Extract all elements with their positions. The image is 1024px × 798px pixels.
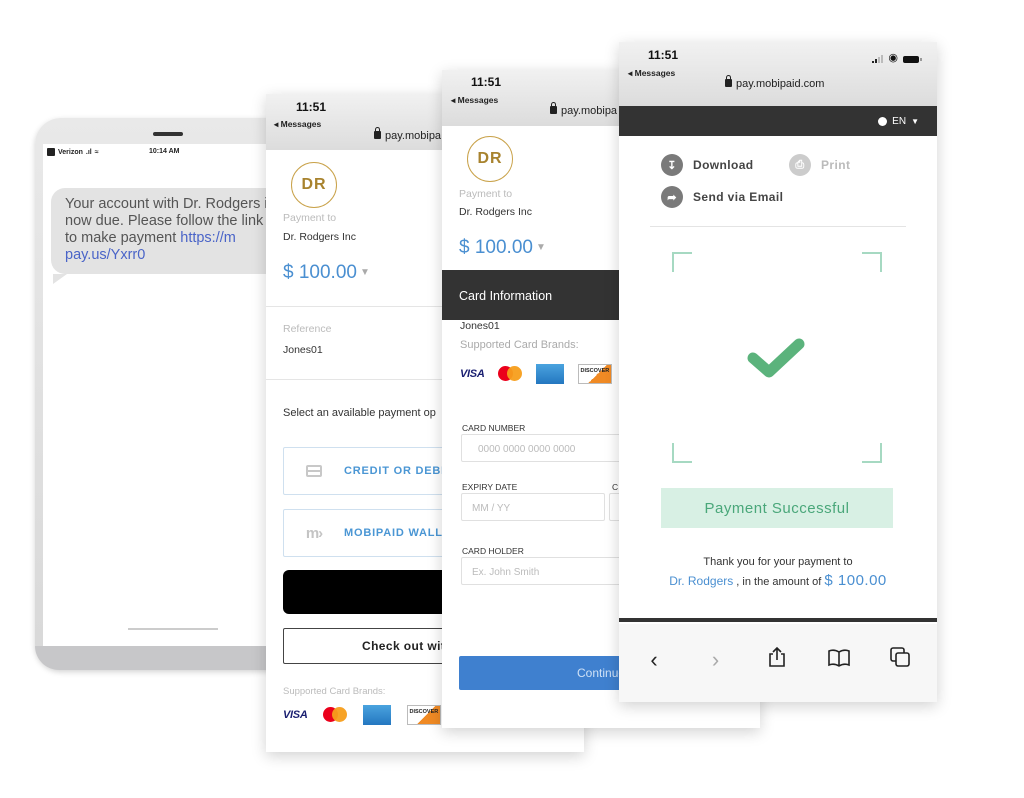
card-brands: VISA DISCOVER: [283, 705, 442, 725]
payment-summary: Dr. Rodgers , in the amount of $ 100.00: [669, 572, 887, 589]
payment-to-label: Payment to: [283, 212, 337, 224]
back-to-messages[interactable]: ◂ Messages: [274, 119, 321, 130]
card-brands: VISA DISCOVER: [460, 364, 613, 384]
signal-icon: .ıl: [85, 148, 92, 156]
merchant-name: Dr. Rodgers Inc: [283, 231, 356, 243]
back-to-messages[interactable]: ◂ Messages: [628, 68, 675, 79]
sms-phone: Verizon .ıl ≈ 10:14 AM Your account with…: [35, 118, 285, 670]
bubble-tail: [53, 274, 67, 284]
status-time: 11:51: [296, 100, 327, 114]
cvv-label: C: [612, 482, 619, 492]
phone-speaker: [153, 132, 183, 136]
sms-message-bubble: Your account with Dr. Rodgers is now due…: [51, 188, 285, 274]
download-icon: ↧: [661, 154, 683, 176]
merchant-link[interactable]: Dr. Rodgers: [669, 574, 733, 588]
status-time: 11:51: [648, 48, 679, 62]
safari-toolbar: ‹ ›: [619, 636, 937, 684]
share-arrow-icon: ➦: [661, 186, 683, 208]
mastercard-logo: [323, 707, 348, 723]
bookmarks-icon[interactable]: [826, 647, 852, 673]
caret-down-icon: ▼: [911, 117, 919, 126]
merchant-logo: DR: [291, 162, 337, 208]
status-icons: ◉: [872, 52, 922, 64]
print-button[interactable]: ⎙ Print: [789, 154, 850, 176]
language-selector[interactable]: EN ▼: [878, 116, 919, 127]
mobipaid-icon: m›: [305, 524, 323, 542]
url-bar[interactable]: pay.mobipa: [550, 102, 617, 117]
discover-logo: DISCOVER: [407, 705, 442, 725]
frame-corner: [862, 443, 882, 463]
battery-icon: [903, 56, 922, 63]
amex-logo: [536, 364, 565, 384]
wifi-icon: ≈: [94, 148, 99, 156]
reference-label: Reference: [283, 323, 332, 335]
reference-value: Jones01: [460, 320, 500, 332]
frame-corner: [672, 252, 692, 272]
browser-top-bar: 11:51 ◂ Messages pay.mobipaid.com ◉: [619, 42, 937, 106]
send-email-button[interactable]: ➦ Send via Email: [661, 186, 783, 208]
caret-down-icon: ▼: [535, 242, 546, 254]
credit-card-icon: [306, 465, 322, 477]
payment-to-label: Payment to: [459, 188, 513, 200]
merchant-name: Dr. Rodgers Inc: [459, 206, 532, 218]
visa-logo: VISA: [460, 368, 485, 380]
download-button[interactable]: ↧ Download: [661, 154, 754, 176]
supported-brands-label: Supported Card Brands:: [460, 339, 579, 351]
paid-amount: $ 100.00: [824, 572, 887, 589]
expiry-date-label: EXPIRY DATE: [462, 482, 518, 492]
phone-chin: [35, 646, 285, 670]
merchant-logo: DR: [467, 136, 513, 182]
wifi-icon: ◉: [888, 52, 898, 64]
globe-icon: [878, 117, 888, 126]
url-bar[interactable]: pay.mobipaid.com: [725, 75, 824, 90]
receipt-page: EN ▼ ↧ Download ⎙ Print ➦ Send via Email…: [619, 106, 937, 624]
back-icon[interactable]: ‹: [641, 647, 667, 673]
payment-amount[interactable]: $ 100.00 ▼: [283, 262, 370, 284]
lock-icon: [725, 75, 732, 87]
select-payment-prompt: Select an available payment op: [283, 407, 436, 419]
amex-logo: [363, 705, 392, 725]
carrier: Verizon .ıl ≈: [47, 148, 99, 156]
carrier-name: Verizon: [58, 148, 83, 156]
reference-value: Jones01: [283, 344, 323, 356]
divider: [650, 226, 906, 227]
thank-you-text: Thank you for your payment to: [703, 556, 853, 568]
mastercard-logo: [498, 366, 523, 382]
back-app-icon: [47, 148, 55, 156]
sms-screen: Verizon .ıl ≈ 10:14 AM Your account with…: [43, 144, 285, 646]
card-number-label: CARD NUMBER: [462, 423, 526, 433]
status-time: 11:51: [471, 75, 502, 89]
sms-message-text: Your account with Dr. Rodgers is now due…: [65, 196, 275, 246]
signal-icon: [872, 55, 884, 63]
language-bar: EN ▼: [619, 106, 937, 136]
caret-down-icon: ▼: [359, 267, 370, 279]
share-icon[interactable]: [764, 646, 790, 674]
print-icon: ⎙: [789, 154, 811, 176]
discover-logo: DISCOVER: [578, 364, 613, 384]
lock-icon: [374, 127, 381, 139]
checkmark-icon: [747, 338, 805, 378]
payment-successful-banner: Payment Successful: [661, 488, 893, 528]
back-to-messages[interactable]: ◂ Messages: [451, 95, 498, 106]
page-bottom-bar: [619, 618, 937, 622]
card-holder-label: CARD HOLDER: [462, 546, 524, 556]
status-time: 10:14 AM: [149, 148, 180, 155]
home-indicator: [128, 628, 218, 630]
lock-icon: [550, 102, 557, 114]
visa-logo: VISA: [283, 709, 308, 721]
payment-amount[interactable]: $ 100.00 ▼: [459, 237, 546, 259]
supported-brands-label: Supported Card Brands:: [283, 686, 386, 697]
payment-success-screen: 11:51 ◂ Messages pay.mobipaid.com ◉ EN ▼…: [619, 42, 937, 702]
status-bar: Verizon .ıl ≈ 10:14 AM: [43, 147, 285, 159]
frame-corner: [672, 443, 692, 463]
expiry-date-input[interactable]: MM / YY: [461, 493, 605, 521]
tabs-icon[interactable]: [887, 647, 913, 673]
frame-corner: [862, 252, 882, 272]
url-bar[interactable]: pay.mobipa: [374, 127, 441, 142]
forward-icon[interactable]: ›: [703, 647, 729, 673]
